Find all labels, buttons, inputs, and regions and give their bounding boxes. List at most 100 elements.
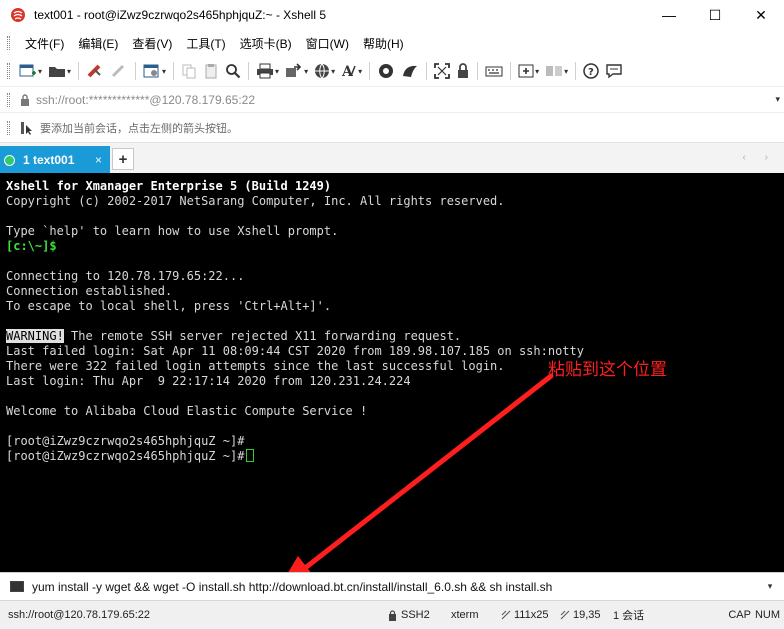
toolbar-grip[interactable] <box>7 63 10 79</box>
add-tab-button[interactable]: ▾ <box>518 60 539 82</box>
encoding-button[interactable]: ▾ <box>314 60 335 82</box>
status-num: NUM <box>754 609 780 621</box>
close-button[interactable]: ✕ <box>738 0 784 30</box>
addressbar-grip[interactable] <box>7 92 10 107</box>
font-icon: A <box>341 64 356 79</box>
terminal-line: To escape to local shell, press 'Ctrl+Al… <box>6 299 332 313</box>
properties-button[interactable]: ▾ <box>143 60 166 82</box>
menu-file[interactable]: 文件(F) <box>18 35 71 52</box>
terminal-line: Last failed login: Sat Apr 11 08:09:44 C… <box>6 344 584 358</box>
terminal-line: There were 322 failed login attempts sin… <box>6 359 505 373</box>
tab-close-icon[interactable]: × <box>95 153 102 167</box>
add-session-arrow-icon[interactable] <box>20 121 34 135</box>
terminal-line: Xshell for Xmanager Enterprise 5 (Build … <box>6 179 332 193</box>
xmanager-button[interactable] <box>401 60 419 82</box>
open-folder-icon <box>49 67 66 77</box>
maximize-button[interactable]: ☐ <box>692 0 738 30</box>
terminal-line: Type `help' to learn how to use Xshell p… <box>6 224 339 238</box>
connected-status-icon <box>4 154 15 166</box>
paste-button[interactable] <box>203 60 219 82</box>
window-title: text001 - root@iZwz9czrwqo2s465hphjquZ:~… <box>34 8 326 22</box>
lock-button[interactable] <box>456 60 470 82</box>
find-button[interactable] <box>225 60 241 82</box>
hintbar-grip[interactable] <box>7 120 10 135</box>
font-button[interactable]: A ▾ <box>341 60 362 82</box>
tab-scroll-arrows[interactable]: ‹ › <box>743 152 776 163</box>
terminal-line: Connection established. <box>6 284 173 298</box>
tab-text001[interactable]: 1 text001 × <box>0 146 110 174</box>
close-icon: ✕ <box>755 6 767 23</box>
shell-prompt: [root@iZwz9czrwqo2s465hphjquZ ~]# <box>6 449 245 463</box>
globe-icon <box>315 63 330 79</box>
new-tab-button[interactable]: + <box>112 148 134 170</box>
reconnect-icon <box>87 64 101 78</box>
menu-help[interactable]: 帮助(H) <box>356 35 411 52</box>
fullscreen-button[interactable] <box>434 60 451 82</box>
compose-input[interactable]: yum install -y wget && wget -O install.s… <box>32 580 756 594</box>
cursor-pos-icon <box>560 610 570 620</box>
terminal-view[interactable]: Xshell for Xmanager Enterprise 5 (Build … <box>0 173 784 572</box>
address-bar: ssh://root:*************@120.78.179.65:2… <box>0 86 784 112</box>
paste-icon <box>205 64 217 79</box>
compose-bar: yum install -y wget && wget -O install.s… <box>0 572 784 600</box>
status-terminal-type: xterm <box>451 609 479 621</box>
menu-tabs[interactable]: 选项卡(B) <box>233 35 299 52</box>
address-input[interactable]: ssh://root:*************@120.78.179.65:2… <box>36 93 775 107</box>
status-connection: ssh://root@120.78.179.65:22 <box>8 609 151 621</box>
open-session-button[interactable]: ▾ <box>48 60 71 82</box>
reconnect-button[interactable] <box>86 60 104 82</box>
print-button[interactable]: ▾ <box>256 60 279 82</box>
compose-dropdown[interactable]: ▾ <box>756 581 784 592</box>
address-dropdown[interactable]: ▾ <box>775 94 780 105</box>
tab-label: 1 text001 <box>23 153 75 167</box>
status-bar: ssh://root@120.78.179.65:22 SSH2 xterm 1… <box>0 600 784 629</box>
keyboard-icon <box>485 66 503 77</box>
disconnect-button[interactable] <box>110 60 128 82</box>
warning-text: The remote SSH server rejected X11 forwa… <box>63 329 462 343</box>
status-cursor-pos: 19,35 <box>573 609 601 621</box>
toolbar: ▾ ▾ ▾ ▾ ▾ ▾ A ▾ ▾ ▾ ? <box>0 56 784 86</box>
menu-window[interactable]: 窗口(W) <box>299 35 356 52</box>
menu-view[interactable]: 查看(V) <box>125 35 179 52</box>
local-prompt: [c:\~]$ <box>6 239 57 253</box>
compose-terminal-icon <box>10 581 24 592</box>
status-protocol: SSH2 <box>401 609 430 621</box>
hint-text: 要添加当前会话，点击左侧的箭头按钮。 <box>40 122 238 135</box>
tab-strip: 1 text001 × + ‹ › <box>0 142 784 174</box>
chat-button[interactable] <box>605 60 623 82</box>
layout-button[interactable]: ▾ <box>545 60 568 82</box>
svg-text:?: ? <box>588 67 594 78</box>
lock-icon <box>458 63 469 78</box>
hint-bar: 要添加当前会话，点击左侧的箭头按钮。 <box>0 112 784 142</box>
add-tab-icon <box>518 64 534 78</box>
xftp-button[interactable] <box>377 60 395 82</box>
maximize-icon: ☐ <box>708 6 722 23</box>
minimize-button[interactable]: — <box>646 0 692 30</box>
status-sessions: 1 会话 <box>613 610 645 622</box>
lock-icon <box>21 93 29 106</box>
xshell-logo-icon <box>11 8 25 22</box>
size-icon <box>501 610 511 620</box>
xmanager-icon <box>403 65 418 77</box>
layout-icon <box>546 66 563 76</box>
help-icon: ? <box>583 63 599 79</box>
find-icon <box>226 64 241 79</box>
new-session-button[interactable]: ▾ <box>19 60 42 82</box>
annotation-text: 粘贴到这个位置 <box>548 360 667 380</box>
terminal-cursor <box>246 449 255 462</box>
new-session-icon <box>19 64 36 77</box>
transfer-icon <box>286 63 302 77</box>
terminal-line: Last login: Thu Apr 9 22:17:14 2020 from… <box>6 374 411 388</box>
ssh-lock-icon <box>389 609 396 621</box>
menu-bar: 文件(F) 编辑(E) 查看(V) 工具(T) 选项卡(B) 窗口(W) 帮助(… <box>0 30 784 56</box>
copy-button[interactable] <box>181 60 197 82</box>
terminal-line: [root@iZwz9czrwqo2s465hphjquZ ~]# <box>6 434 245 448</box>
status-caps: CAP <box>728 609 751 621</box>
menubar-grip[interactable] <box>7 36 10 50</box>
menu-edit[interactable]: 编辑(E) <box>71 35 125 52</box>
help-button[interactable]: ? <box>583 60 599 82</box>
keyboard-button[interactable] <box>485 60 503 82</box>
transfer-button[interactable]: ▾ <box>285 60 308 82</box>
xftp-icon <box>379 64 394 78</box>
menu-tools[interactable]: 工具(T) <box>179 35 232 52</box>
